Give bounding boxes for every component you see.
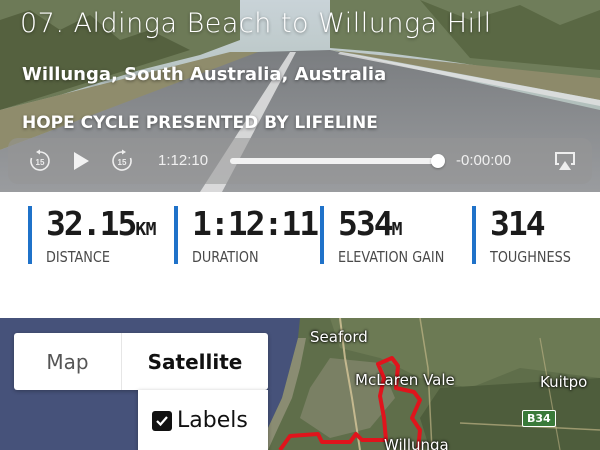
skip-back-15-icon: 15 [30,149,50,171]
stat-label: ELEVATION GAIN [338,248,445,266]
stat-accent-bar [320,206,324,264]
elapsed-time: 1:12:10 [158,152,209,169]
skip-forward-15-icon: 15 [112,149,132,171]
play-button[interactable] [70,150,92,172]
place-label-seaford: Seaford [310,328,368,346]
stat-value: 32.15 [46,204,137,243]
stat-label: TOUGHNESS [490,248,571,266]
progress-fill [230,158,438,164]
labels-checkbox[interactable] [152,411,172,431]
skip-back-seconds: 15 [36,158,45,167]
stat-accent-bar [174,206,178,264]
map-type-map-button[interactable]: Map [14,333,122,390]
skip-back-15-button[interactable]: 15 [28,149,52,173]
route-title: 07. Aldinga Beach to Willunga Hill [20,8,492,39]
map-type-satellite-button[interactable]: Satellite [122,333,268,390]
stat-value: 1:12:11 [192,204,319,243]
place-label-mclaren-vale: McLaren Vale [355,371,455,389]
progress-scrubber[interactable] [230,154,445,168]
checkbox-checked-icon [156,416,168,427]
playback-controls: 15 15 1:12:10 -0:00:00 [8,138,592,184]
video-player[interactable]: 07. Aldinga Beach to Willunga Hill Willu… [0,0,600,192]
stat-unit: M [391,219,403,240]
labels-checkbox-label: Labels [177,408,248,433]
skip-forward-15-button[interactable]: 15 [110,149,134,173]
stat-label: DURATION [192,248,259,266]
place-label-kuitpo: Kuitpo [540,373,588,391]
place-label-willunga: Willunga [384,436,449,450]
road-shield-b34: B34 [522,410,556,427]
play-icon [74,152,89,170]
progress-knob[interactable] [430,154,445,168]
route-stats: 32.15KM DISTANCE 1:12:11 DURATION 534M E… [0,192,600,318]
stat-value: 534 [338,204,394,243]
route-map[interactable]: Seaford McLaren Vale Kuitpo Willunga B34… [0,318,600,450]
airplay-button[interactable] [552,149,578,173]
remaining-time: -0:00:00 [456,152,512,169]
route-location: Willunga, South Australia, Australia [22,64,387,85]
skip-forward-seconds: 15 [118,158,127,167]
stat-unit: KM [135,219,157,240]
stat-value: 314 [490,204,546,243]
airplay-icon [555,152,575,170]
stat-accent-bar [28,206,32,264]
stat-label: DISTANCE [46,248,110,266]
presenter-label: HOPE CYCLE PRESENTED BY LIFELINE [22,113,378,133]
labels-toggle[interactable]: Labels [138,390,268,450]
map-type-toggle: Map Satellite [14,333,268,390]
stat-accent-bar [472,206,476,264]
